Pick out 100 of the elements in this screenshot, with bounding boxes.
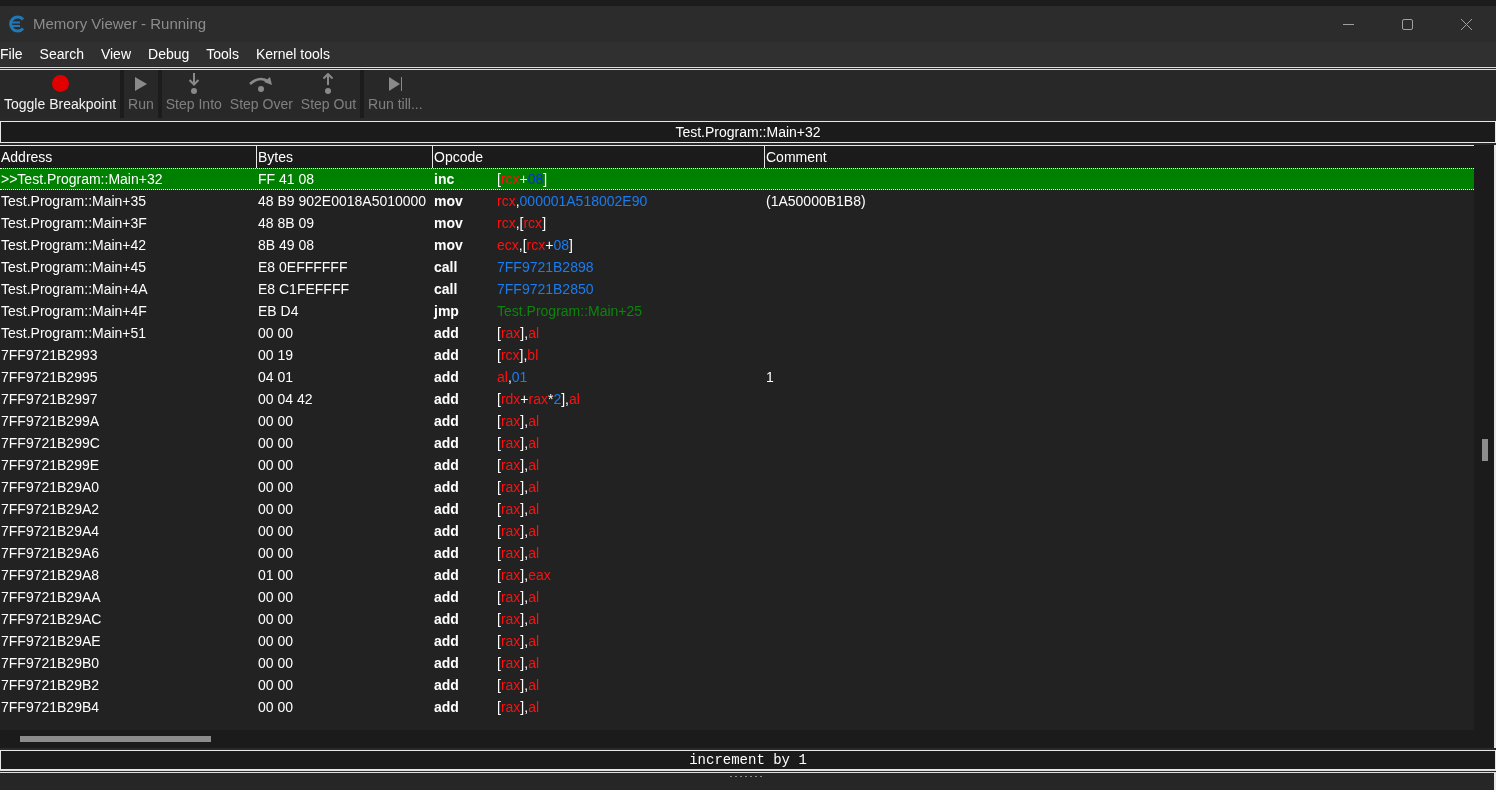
bytes-cell-text: 00 00 <box>257 676 295 695</box>
address-field[interactable]: Test.Program::Main+32 <box>0 121 1496 143</box>
address-cell-text: Test.Program::Main+3F <box>0 214 148 233</box>
status-text: increment by 1 <box>689 750 807 770</box>
close-icon <box>1461 18 1472 30</box>
operand-cell-text: [rcx+08] <box>497 170 549 189</box>
bytes-cell-text: 00 00 <box>257 434 295 453</box>
curved-arrow-dot-icon <box>249 75 274 92</box>
disassembly-row[interactable]: 7FF9721B2993 00 19 add [rcx],bl <box>0 344 1474 366</box>
window-title: Memory Viewer - Running <box>33 13 207 34</box>
mnemonic-cell-text: add <box>433 522 460 541</box>
bytes-cell-text: 8B 49 08 <box>257 236 316 255</box>
mnemonic-cell-text: add <box>433 324 460 343</box>
operand-cell-text: al,01 <box>497 368 529 387</box>
operand-cell-text: [rax],al <box>497 654 541 673</box>
disassembly-row[interactable]: 7FF9721B29A0 00 00 add [rax],al <box>0 476 1474 498</box>
disassembly-row[interactable]: 7FF9721B29A2 00 00 add [rax],al <box>0 498 1474 520</box>
operand-cell-text: [rax],al <box>497 522 541 541</box>
scrollbar-thumb[interactable] <box>20 735 211 742</box>
disassembly-row[interactable]: 7FF9721B29B2 00 00 add [rax],al <box>0 674 1474 696</box>
operand-cell-text: [rax],al <box>497 544 541 563</box>
address-cell-text: Test.Program::Main+42 <box>0 236 148 255</box>
address-cell-text: 7FF9721B2997 <box>0 390 99 409</box>
column-header[interactable]: Comment <box>765 146 1474 168</box>
mnemonic-cell-text: inc <box>433 170 456 189</box>
address-cell-text: 7FF9721B299E <box>0 456 101 475</box>
bytes-cell-text: 00 00 <box>257 412 295 431</box>
mnemonic-cell-text: add <box>433 654 460 673</box>
disassembly-row[interactable]: 7FF9721B29B4 00 00 add [rax],al <box>0 696 1474 718</box>
disassembly-row[interactable]: Test.Program::Main+4F EB D4 jmp Test.Program::Main+25 <box>0 300 1474 322</box>
menu-item[interactable]: File <box>0 43 23 65</box>
mnemonic-cell-text: mov <box>433 214 464 233</box>
disassembly-row[interactable]: Test.Program::Main+42 8B 49 08 mov ecx,[rcx+08] <box>0 234 1474 256</box>
disassembly-row[interactable]: 7FF9721B2997 00 04 42 add [rdx+rax*2],al <box>0 388 1474 410</box>
disassembly-row[interactable]: 7FF9721B29B0 00 00 add [rax],al <box>0 652 1474 674</box>
breakpoint-dot-icon <box>51 75 69 92</box>
bytes-cell-text: 04 01 <box>257 368 295 387</box>
disassembly-row[interactable]: Test.Program::Main+45 E8 0EFFFFFF call 7FF9721B2898 <box>0 256 1474 278</box>
operand-cell-text: [rax],al <box>497 610 541 629</box>
operand-cell-text: rcx,[rcx] <box>497 214 547 233</box>
disassembly-row[interactable]: Test.Program::Main+3F 48 8B 09 mov rcx,[rcx] <box>0 212 1474 234</box>
operand-cell-text: [rax],al <box>497 632 541 651</box>
operand-cell-text: [rax],al <box>497 456 541 475</box>
address-cell-text: 7FF9721B29A2 <box>0 500 101 519</box>
mnemonic-cell-text: jmp <box>433 302 460 321</box>
address-cell-text: Test.Program::Main+4A <box>0 280 149 299</box>
bytes-cell-text: 00 00 <box>257 610 295 629</box>
operand-cell-text: [rax],al <box>497 676 541 695</box>
menu-item[interactable]: Search <box>39 43 84 65</box>
disassembly-row[interactable]: 7FF9721B29A6 00 00 add [rax],al <box>0 542 1474 564</box>
scrollbar-thumb[interactable] <box>1482 439 1488 461</box>
down-arrow-dot-icon <box>187 73 200 94</box>
up-arrow-dot-icon <box>322 73 335 94</box>
disassembly-row[interactable]: 7FF9721B29AE 00 00 add [rax],al <box>0 630 1474 652</box>
operand-cell-text: [rax],eax <box>497 566 552 585</box>
address-cell-text: Test.Program::Main+51 <box>0 324 148 343</box>
mnemonic-cell-text: add <box>433 676 460 695</box>
mnemonic-cell-text: call <box>433 280 459 299</box>
disassembly-row[interactable]: Test.Program::Main+4A E8 C1FEFFFF call 7FF9721B2850 <box>0 278 1474 300</box>
toolbar-button[interactable]: Toggle Breakpoint <box>0 70 121 118</box>
operand-cell-text: [rax],al <box>497 434 541 453</box>
disassembly-row[interactable]: 7FF9721B299E 00 00 add [rax],al <box>0 454 1474 476</box>
bytes-cell-text: E8 0EFFFFFF <box>257 258 349 277</box>
address-cell-text: 7FF9721B29B2 <box>0 676 101 695</box>
disassembly-row[interactable]: 7FF9721B2995 04 01 add al,01 1 <box>0 366 1474 388</box>
disassembly-row[interactable]: >>Test.Program::Main+32 FF 41 08 inc [rcx+08] <box>0 168 1474 190</box>
operand-cell-text: rcx,000001A518002E90 <box>497 192 649 211</box>
menu-item[interactable]: Kernel tools <box>255 43 330 65</box>
bytes-cell-text: 00 00 <box>257 522 295 541</box>
operand-cell-text: [rcx],bl <box>497 346 540 365</box>
bytes-cell-text: 00 00 <box>257 324 295 343</box>
mnemonic-cell-text: add <box>433 698 460 717</box>
address-cell-text: 7FF9721B2993 <box>0 346 99 365</box>
disassembly-row[interactable]: 7FF9721B29AA 00 00 add [rax],al <box>0 586 1474 608</box>
disassembly-row[interactable]: 7FF9721B29AC 00 00 add [rax],al <box>0 608 1474 630</box>
play-bar-icon <box>388 76 402 91</box>
address-cell-text: Test.Program::Main+35 <box>0 192 148 211</box>
mnemonic-cell-text: add <box>433 500 460 519</box>
disassembly-row[interactable]: 7FF9721B29A4 00 00 add [rax],al <box>0 520 1474 542</box>
disassembly-row[interactable]: 7FF9721B299C 00 00 add [rax],al <box>0 432 1474 454</box>
menu-item[interactable]: View <box>100 43 131 65</box>
disassembly-row[interactable]: Test.Program::Main+35 48 B9 902E0018A5010000 mov rcx,000001A518002E90 (1A50000B1B8) <box>0 190 1474 212</box>
operand-cell-text: [rax],al <box>497 588 541 607</box>
bytes-cell-text: 00 00 <box>257 698 295 717</box>
disassembly-row[interactable]: Test.Program::Main+51 00 00 add [rax],al <box>0 322 1474 344</box>
menu-item[interactable]: Debug <box>148 43 190 65</box>
mnemonic-cell-text: add <box>433 610 460 629</box>
bytes-cell-text: 00 19 <box>257 346 295 365</box>
address-cell-text: 7FF9721B29AC <box>0 610 103 629</box>
mnemonic-cell-text: add <box>433 346 460 365</box>
address-cell-text: 7FF9721B29AE <box>0 632 102 651</box>
address-cell-text: 7FF9721B29B0 <box>0 654 101 673</box>
disassembly-row[interactable]: 7FF9721B29A8 01 00 add [rax],eax <box>0 564 1474 586</box>
address-cell-text: 7FF9721B29AA <box>0 588 102 607</box>
bytes-cell-text: 00 04 42 <box>257 390 314 409</box>
mnemonic-cell-text: add <box>433 412 460 431</box>
app-logo-icon <box>8 15 26 33</box>
disassembly-row[interactable]: 7FF9721B299A 00 00 add [rax],al <box>0 410 1474 432</box>
menu-item[interactable]: Tools <box>206 43 239 65</box>
operand-cell-text: [rdx+rax*2],al <box>497 390 581 409</box>
